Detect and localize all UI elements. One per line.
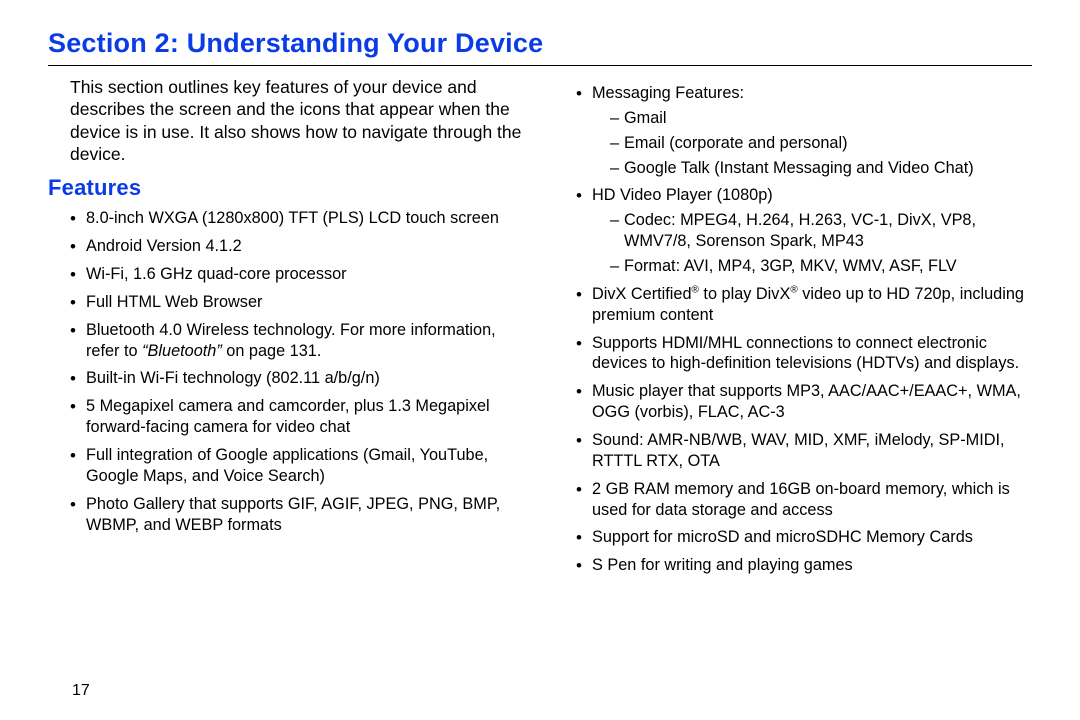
- sub-item: Gmail: [610, 108, 1032, 129]
- feature-item: Music player that supports MP3, AAC/AAC+…: [576, 381, 1032, 423]
- section-title: Section 2: Understanding Your Device: [48, 28, 1032, 59]
- features-list-left: 8.0-inch WXGA (1280x800) TFT (PLS) LCD t…: [48, 208, 526, 535]
- registered-mark-icon: ®: [692, 284, 699, 295]
- feature-item: Support for microSD and microSDHC Memory…: [576, 527, 1032, 548]
- intro-paragraph: This section outlines key features of yo…: [70, 76, 526, 166]
- two-column-layout: This section outlines key features of yo…: [48, 76, 1032, 583]
- feature-item: Full integration of Google applications …: [70, 445, 526, 487]
- feature-item: Photo Gallery that supports GIF, AGIF, J…: [70, 494, 526, 536]
- sub-item: Google Talk (Instant Messaging and Video…: [610, 158, 1032, 179]
- text-fragment: Bluetooth: [86, 321, 159, 339]
- text-fragment: HD Video Player (1080p): [592, 186, 773, 204]
- sub-item: Email (corporate and personal): [610, 133, 1032, 154]
- feature-item: Full HTML Web Browser: [70, 292, 526, 313]
- features-heading: Features: [48, 174, 526, 202]
- cross-reference-link[interactable]: “Bluetooth”: [142, 342, 222, 360]
- column-right: Messaging Features: Gmail Email (corpora…: [554, 76, 1032, 583]
- feature-item: Supports HDMI/MHL connections to connect…: [576, 333, 1032, 375]
- bluetooth-version: 4.0: [159, 321, 182, 339]
- feature-item: Android Version 4.1.2: [70, 236, 526, 257]
- manual-page: Section 2: Understanding Your Device Thi…: [0, 0, 1080, 720]
- feature-item: Built-in Wi-Fi technology (802.11 a/b/g/…: [70, 368, 526, 389]
- feature-item: Wi-Fi, 1.6 GHz quad-core processor: [70, 264, 526, 285]
- feature-item: 8.0-inch WXGA (1280x800) TFT (PLS) LCD t…: [70, 208, 526, 229]
- text-fragment: to play DivX: [699, 285, 790, 303]
- feature-item: 2 GB RAM memory and 16GB on-board memory…: [576, 479, 1032, 521]
- sub-item: Codec: MPEG4, H.264, H.263, VC-1, DivX, …: [610, 210, 1032, 252]
- text-fragment: DivX Certified: [592, 285, 692, 303]
- page-number: 17: [72, 682, 90, 700]
- hdvideo-sublist: Codec: MPEG4, H.264, H.263, VC-1, DivX, …: [592, 210, 1032, 277]
- column-left: This section outlines key features of yo…: [48, 76, 526, 583]
- feature-item-bluetooth: Bluetooth 4.0 Wireless technology. For m…: [70, 320, 526, 362]
- feature-item: Sound: AMR-NB/WB, WAV, MID, XMF, iMelody…: [576, 430, 1032, 472]
- text-fragment: Messaging Features:: [592, 84, 744, 102]
- feature-item-messaging: Messaging Features: Gmail Email (corpora…: [576, 83, 1032, 178]
- features-list-right: Messaging Features: Gmail Email (corpora…: [554, 83, 1032, 576]
- feature-item: S Pen for writing and playing games: [576, 555, 1032, 576]
- text-fragment: on page 131.: [222, 342, 322, 360]
- feature-item-divx: DivX Certified® to play DivX® video up t…: [576, 284, 1032, 326]
- sub-item: Format: AVI, MP4, 3GP, MKV, WMV, ASF, FL…: [610, 256, 1032, 277]
- horizontal-rule: [48, 65, 1032, 66]
- messaging-sublist: Gmail Email (corporate and personal) Goo…: [592, 108, 1032, 179]
- feature-item-hdvideo: HD Video Player (1080p) Codec: MPEG4, H.…: [576, 185, 1032, 276]
- feature-item: 5 Megapixel camera and camcorder, plus 1…: [70, 396, 526, 438]
- registered-mark-icon: ®: [790, 284, 797, 295]
